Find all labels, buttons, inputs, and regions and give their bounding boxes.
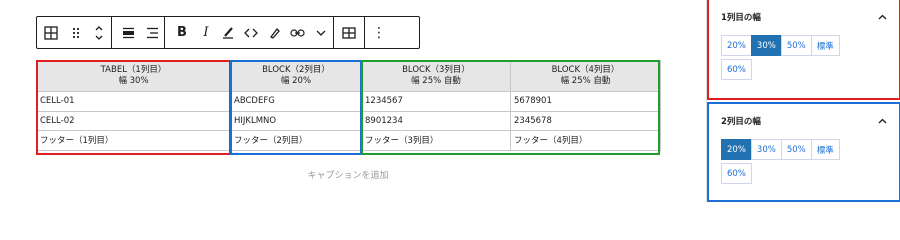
caption-placeholder[interactable]: キャプションを追加	[36, 168, 660, 181]
width-option-60[interactable]: 60%	[721, 163, 752, 184]
table-cell[interactable]: 5678901	[510, 91, 661, 112]
header-label: BLOCK（4列目）	[551, 65, 620, 75]
width-option-default[interactable]: 標準	[810, 35, 840, 56]
header-cell-col2[interactable]: BLOCK（2列目）幅 20%	[230, 60, 362, 92]
header-width: 幅 30%	[118, 76, 149, 86]
header-cell-col1[interactable]: TABEL（1列目）幅 30%	[36, 60, 231, 92]
footer-cell[interactable]: フッター（1列目）	[36, 130, 231, 151]
settings-sidebar: 1列目の幅 20% 30% 50% 標準 60% 2列目の幅 20% 30% 5…	[706, 0, 900, 202]
block-toolbar: B I ⋮	[36, 16, 420, 49]
italic-button[interactable]: I	[195, 17, 217, 48]
table-block: TABEL（1列目）幅 30% BLOCK（2列目）幅 20% BLOCK（3列…	[36, 60, 661, 155]
code-icon[interactable]	[239, 17, 263, 48]
panel-header[interactable]: 1列目の幅	[721, 9, 887, 25]
align-center-icon[interactable]	[116, 17, 140, 48]
clear-format-icon[interactable]	[263, 17, 285, 48]
column2-width-panel: 2列目の幅 20% 30% 50% 標準 60%	[707, 102, 900, 202]
edit-table-icon[interactable]	[334, 17, 364, 48]
table-header-row: TABEL（1列目）幅 30% BLOCK（2列目）幅 20% BLOCK（3列…	[36, 60, 661, 92]
table-cell[interactable]: 8901234	[361, 110, 511, 131]
chevron-up-icon[interactable]	[878, 116, 887, 127]
table-cell[interactable]: CELL-02	[36, 110, 231, 131]
header-label: TABEL（1列目）	[100, 65, 167, 75]
width-option-50[interactable]: 50%	[780, 35, 812, 56]
drag-handle-icon[interactable]	[65, 17, 87, 48]
header-width: 幅 20%	[280, 76, 312, 86]
width-option-20[interactable]: 20%	[721, 139, 752, 160]
table-cell[interactable]: CELL-01	[36, 91, 231, 112]
panel-title: 1列目の幅	[721, 13, 761, 23]
header-label: BLOCK（2列目）	[262, 65, 330, 75]
more-options-button[interactable]: ⋮	[365, 17, 393, 48]
chevron-up-icon[interactable]	[878, 12, 887, 23]
chevron-down-icon[interactable]	[309, 17, 333, 48]
width-option-30[interactable]: 30%	[750, 35, 782, 56]
footer-cell[interactable]: フッター（4列目）	[510, 130, 661, 151]
header-cell-col4[interactable]: BLOCK（4列目）幅 25% 自動	[510, 60, 661, 92]
highlight-pen-icon[interactable]	[217, 17, 239, 48]
table-row: CELL-02 HIJKLMNO 8901234 2345678	[36, 110, 661, 131]
footer-cell[interactable]: フッター（2列目）	[230, 130, 362, 151]
panel-header[interactable]: 2列目の幅	[721, 113, 887, 129]
align-column-icon[interactable]	[140, 17, 164, 48]
width-option-20[interactable]: 20%	[721, 35, 752, 56]
width-option-50[interactable]: 50%	[780, 139, 812, 160]
table-footer-row: フッター（1列目） フッター（2列目） フッター（3列目） フッター（4列目）	[36, 130, 661, 151]
width-options: 20% 30% 50% 標準 60%	[721, 139, 861, 184]
header-cell-col3[interactable]: BLOCK（3列目）幅 25% 自動	[361, 60, 511, 92]
table-block-icon[interactable]	[37, 17, 65, 48]
footer-cell[interactable]: フッター（3列目）	[361, 130, 511, 151]
table-cell[interactable]: 2345678	[510, 110, 661, 131]
block-switcher-group	[37, 17, 111, 48]
table-cell[interactable]: HIJKLMNO	[230, 110, 362, 131]
header-width: 幅 25% 自動	[411, 76, 461, 86]
width-options: 20% 30% 50% 標準 60%	[721, 35, 861, 80]
table-row: CELL-01 ABCDEFG 1234567 5678901	[36, 91, 661, 112]
link-icon[interactable]	[285, 17, 309, 48]
header-width: 幅 25% 自動	[560, 76, 611, 86]
panel-title: 2列目の幅	[721, 117, 761, 127]
width-option-30[interactable]: 30%	[750, 139, 782, 160]
format-group: B I	[165, 17, 333, 48]
width-option-default[interactable]: 標準	[810, 139, 840, 160]
column1-width-panel: 1列目の幅 20% 30% 50% 標準 60%	[707, 0, 900, 100]
alignment-group	[112, 17, 164, 48]
table-cell[interactable]: ABCDEFG	[230, 91, 362, 112]
options-group: ⋮	[365, 17, 393, 48]
data-table: TABEL（1列目）幅 30% BLOCK（2列目）幅 20% BLOCK（3列…	[36, 60, 661, 151]
width-option-60[interactable]: 60%	[721, 59, 752, 80]
header-label: BLOCK（3列目）	[402, 65, 470, 75]
bold-button[interactable]: B	[169, 17, 195, 48]
table-edit-group	[334, 17, 364, 48]
table-cell[interactable]: 1234567	[361, 91, 511, 112]
move-up-down-icon[interactable]	[87, 17, 111, 48]
